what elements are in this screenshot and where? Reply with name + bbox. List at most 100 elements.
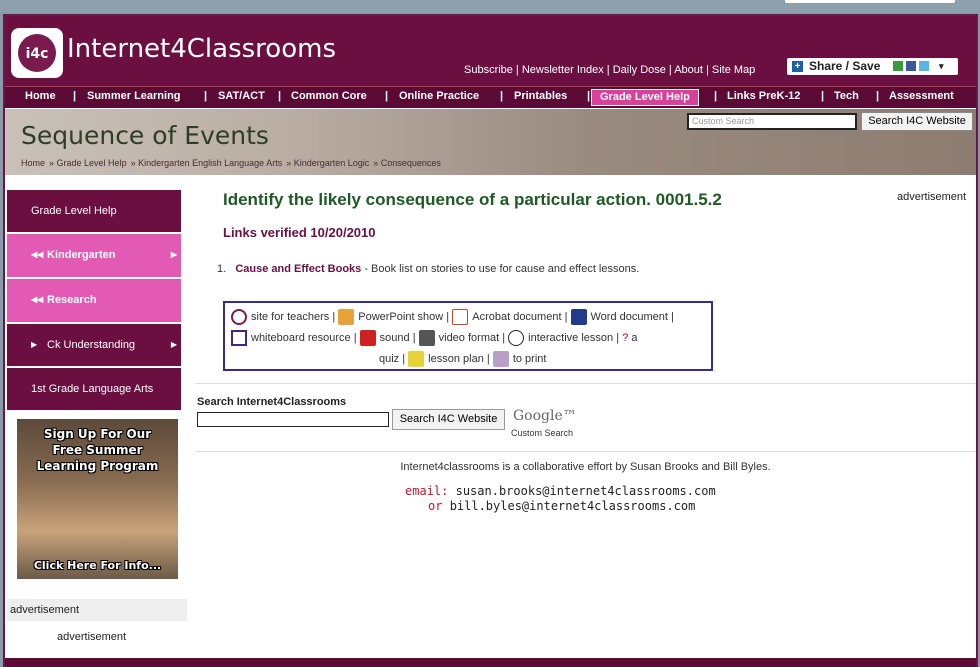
crumb-kindergarten-ela[interactable]: Kindergarten English Language Arts xyxy=(138,158,282,168)
nav-links-prek12[interactable]: Links PreK-12 xyxy=(727,90,800,102)
email-line-1: email: susan.brooks@internet4classrooms.… xyxy=(405,484,716,498)
printer-icon xyxy=(492,351,509,368)
divider xyxy=(195,383,976,384)
browser-top-strip xyxy=(0,0,980,12)
cause-effect-link[interactable]: Cause and Effect Books xyxy=(235,263,361,275)
double-chevron-icon: ◀◀ xyxy=(31,295,44,304)
chevron-right-icon: ▶ xyxy=(31,340,38,349)
logo-icon: i4c xyxy=(18,34,56,72)
chevron-right-icon: ▶ xyxy=(170,250,177,259)
promo-line-2: Free Summer xyxy=(52,443,143,457)
crumb-consequences[interactable]: Consequences xyxy=(381,158,441,168)
sidebar: Grade Level Help ◀◀ Kindergarten ▶ ◀◀ Resea… xyxy=(7,190,181,412)
whiteboard-icon xyxy=(231,330,247,347)
video-icon xyxy=(418,330,435,347)
interactive-icon xyxy=(508,330,525,347)
acrobat-icon xyxy=(452,309,469,326)
google-sub: Custom Search xyxy=(511,428,574,438)
legend-acrobat: Acrobat document xyxy=(472,311,562,323)
twitter-icon xyxy=(919,61,929,71)
nav-summer-learning[interactable]: Summer Learning xyxy=(87,90,181,102)
facebook-icon xyxy=(906,61,916,71)
summer-learning-promo[interactable]: Sign Up For Our Free Summer Learning Pro… xyxy=(17,419,178,579)
email-label: email: xyxy=(405,484,449,498)
email-bill[interactable]: bill.byles@internet4classrooms.com xyxy=(450,499,696,513)
email-susan[interactable]: susan.brooks@internet4classrooms.com xyxy=(456,484,716,498)
crumb-grade-level-help[interactable]: Grade Level Help xyxy=(57,158,127,168)
banner-search-input[interactable]: Custom Search xyxy=(687,113,857,130)
resource-legend: site for teachers | PowerPoint show | Ac… xyxy=(223,301,713,371)
crumb-home[interactable]: Home xyxy=(21,158,45,168)
word-icon xyxy=(570,309,587,326)
promo-cta: Click Here For Info... xyxy=(33,559,162,572)
footer-nav xyxy=(5,658,976,667)
site-header: i4c Internet4Classrooms Subscribe | Newsl… xyxy=(5,16,976,86)
search-placeholder: Custom Search xyxy=(692,116,755,126)
question-icon: ? xyxy=(622,332,629,344)
or-label: or xyxy=(428,499,443,513)
page-title: Sequence of Events xyxy=(21,121,269,150)
crumb-kindergarten-logic[interactable]: Kindergarten Logic xyxy=(294,158,370,168)
top-links: Subscribe | Newsletter Index | Daily Dose |… xyxy=(464,64,756,76)
sound-icon xyxy=(359,330,376,347)
nav-grade-level-help[interactable]: Grade Level Help xyxy=(591,89,699,106)
collab-text: Internet4classrooms is a collaborative e… xyxy=(400,461,771,473)
legend-lesson: lesson plan xyxy=(428,353,484,365)
nav-home[interactable]: Home xyxy=(25,90,56,102)
logo[interactable]: i4c xyxy=(11,28,63,78)
logo-text: Internet4Classrooms xyxy=(67,34,336,64)
double-chevron-icon: ◀◀ xyxy=(31,250,44,259)
lesson-plan-icon xyxy=(408,351,425,368)
nav-common-core[interactable]: Common Core xyxy=(291,90,367,102)
legend-whiteboard: whiteboard resource xyxy=(251,332,351,344)
nav-tech[interactable]: Tech xyxy=(834,90,859,102)
subscribe-link[interactable]: Subscribe xyxy=(464,64,513,76)
sidebar-item-ck-understanding[interactable]: ▶ Ck Understanding ▶ xyxy=(7,324,181,366)
plus-icon: + xyxy=(792,61,803,72)
promo-line-1: Sign Up For Our xyxy=(43,427,152,441)
promo-line-3: Learning Program xyxy=(36,459,159,473)
legend-interactive: interactive lesson xyxy=(528,332,614,344)
top-search-box[interactable] xyxy=(785,0,955,3)
link-description: - Book list on stories to use for cause … xyxy=(361,263,640,275)
share-button[interactable]: + Share / Save ▾ xyxy=(787,58,958,75)
sidebar-item-kindergarten[interactable]: ◀◀ Kindergarten ▶ xyxy=(7,234,181,277)
legend-sound: sound xyxy=(379,332,410,344)
legend-video: video format xyxy=(438,332,500,344)
main-nav: Home | Summer Learning | SAT/ACT | Commo… xyxy=(5,86,976,108)
banner-search-button[interactable]: Search I4C Website xyxy=(861,112,973,131)
main-heading: Identify the likely consequence of a par… xyxy=(223,190,722,209)
chevron-down-icon: ▾ xyxy=(939,61,944,71)
legend-word: Word document xyxy=(590,311,668,323)
main-ad-label: advertisement xyxy=(897,191,967,203)
about-link[interactable]: About xyxy=(674,64,703,76)
nav-printables[interactable]: Printables xyxy=(514,90,567,102)
page: i4c Internet4Classrooms Subscribe | Newsl… xyxy=(3,14,978,667)
google-logo: Google™ xyxy=(513,408,577,424)
powerpoint-icon xyxy=(338,309,355,326)
nav-assessment[interactable]: Assessment xyxy=(889,90,954,102)
breadcrumb: Home» Grade Level Help» Kindergarten Eng… xyxy=(21,158,441,168)
share-green-icon xyxy=(893,61,903,71)
page-banner: Sequence of Events Home» Grade Level Hel… xyxy=(5,109,976,175)
legend-print: to print xyxy=(512,353,547,365)
apple-icon xyxy=(231,309,247,326)
email-line-2: or bill.byles@internet4classrooms.com xyxy=(428,499,695,513)
nav-sat-act[interactable]: SAT/ACT xyxy=(218,90,265,102)
search-input[interactable] xyxy=(197,412,389,427)
sidebar-ad-label: advertisement xyxy=(7,599,187,621)
site-map-link[interactable]: Site Map xyxy=(712,64,755,76)
search-label: Search Internet4Classrooms xyxy=(197,396,347,408)
sidebar-item-1st-grade-la[interactable]: 1st Grade Language Arts xyxy=(7,368,181,410)
legend-a: a xyxy=(631,332,638,344)
sidebar-item-grade-level-help[interactable]: Grade Level Help xyxy=(7,190,181,232)
newsletter-link[interactable]: Newsletter Index xyxy=(522,64,604,76)
sidebar-item-research[interactable]: ◀◀ Research xyxy=(7,279,181,322)
search-button[interactable]: Search I4C Website xyxy=(392,409,505,430)
daily-dose-link[interactable]: Daily Dose xyxy=(613,64,666,76)
sidebar-ad-label-2: advertisement xyxy=(57,631,127,643)
nav-online-practice[interactable]: Online Practice xyxy=(399,90,479,102)
list-item: 1. Cause and Effect Books - Book list on… xyxy=(217,263,639,275)
list-number: 1. xyxy=(217,263,227,275)
legend-ppt: PowerPoint show xyxy=(358,311,444,323)
